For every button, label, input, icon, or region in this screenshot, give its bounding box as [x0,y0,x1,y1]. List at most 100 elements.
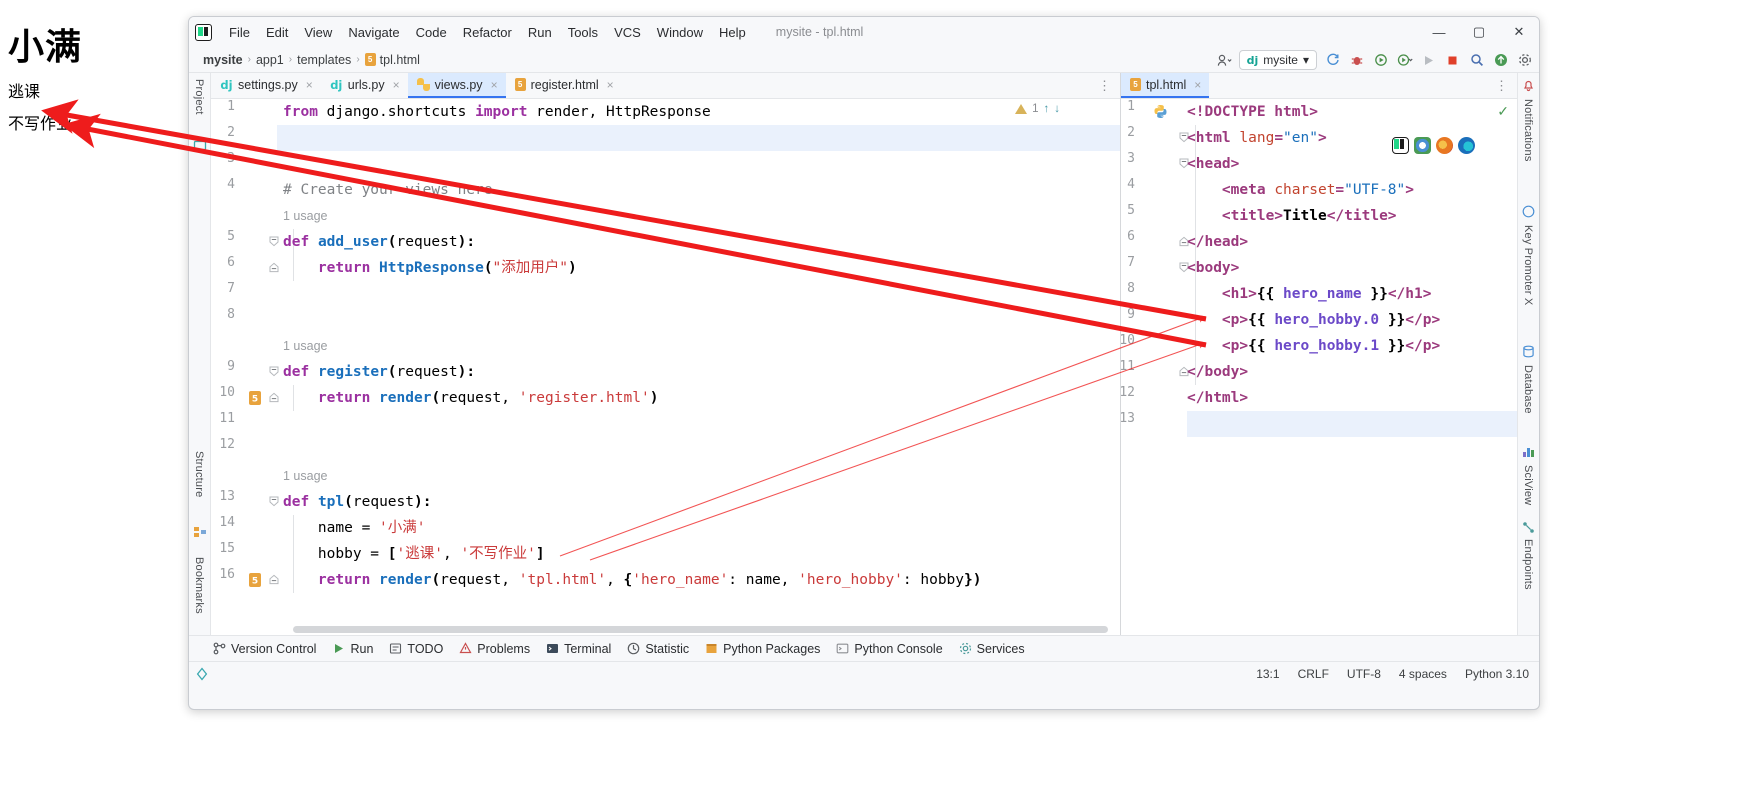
next-problem-icon[interactable]: ↓ [1054,103,1060,115]
html5-icon[interactable]: 5 [249,391,262,405]
debug-icon[interactable] [1348,52,1365,69]
tool-window-services[interactable]: Services [959,642,1025,656]
reload-icon[interactable] [1324,52,1341,69]
menu-item-refactor[interactable]: Refactor [455,22,520,43]
inspection-ok-icon[interactable]: ✓ [1497,103,1509,120]
python-interpreter[interactable]: Python 3.10 [1465,667,1529,681]
tab-settings-py[interactable]: dj settings.py × [211,73,321,98]
main-menu[interactable]: File Edit View Navigate Code Refactor Ru… [221,22,754,43]
sidebar-item-project[interactable]: Project [193,79,205,115]
sciview-icon[interactable] [1522,445,1536,459]
tab-tpl-html[interactable]: 5 tpl.html × [1121,73,1210,98]
menu-item-tools[interactable]: Tools [560,22,606,43]
chevron-down-icon: ▾ [1302,53,1309,67]
breadcrumb-item-app1[interactable]: app1 [252,52,288,68]
run-with-coverage-icon[interactable] [1372,52,1389,69]
menu-item-code[interactable]: Code [408,22,455,43]
code-token: ) [568,260,577,276]
html5-icon[interactable]: 5 [249,573,262,587]
project-window-icon[interactable] [193,139,207,153]
tool-window-statistic[interactable]: Statistic [627,642,689,656]
code-token: render, HttpResponse [527,104,711,120]
endpoints-icon[interactable] [1522,521,1536,535]
notifications-bell-icon[interactable] [1522,79,1536,93]
firefox-icon[interactable] [1436,137,1453,154]
ide-status-icon[interactable] [195,666,209,681]
python-icon[interactable] [1153,104,1167,118]
search-icon[interactable] [1468,52,1485,69]
chrome-icon[interactable] [1414,137,1431,154]
tab-register-html[interactable]: 5 register.html × [506,73,622,98]
menu-item-vcs[interactable]: VCS [606,22,649,43]
breadcrumb-item-mysite[interactable]: mysite [199,52,247,68]
pycharm-icon[interactable] [1392,137,1409,154]
menu-item-run[interactable]: Run [520,22,560,43]
code-text-right[interactable]: <!DOCTYPE html> <html lang="en"> <head> <m… [1187,99,1517,635]
usage-hint-label[interactable]: 1 usage [283,209,327,223]
structure-window-icon[interactable] [193,525,207,539]
breadcrumb-item-tplhtml[interactable]: 5 tpl.html [361,52,424,68]
git-update-icon[interactable] [1492,52,1509,69]
code-text-left[interactable]: from django.shortcuts import render, Htt… [277,99,1120,635]
tool-window-problems[interactable]: Problems [459,642,530,656]
menu-item-window[interactable]: Window [649,22,711,43]
sidebar-item-bookmarks[interactable]: Bookmarks [193,557,205,614]
tab-urls-py[interactable]: dj urls.py × [321,73,408,98]
minimize-button[interactable]: — [1419,17,1459,47]
profile-icon[interactable] [1396,52,1413,69]
sidebar-item-notifications[interactable]: Notifications [1522,99,1534,162]
sidebar-item-sciview[interactable]: SciView [1522,465,1534,505]
editor-tab-overflow-icon[interactable]: ⋮ [1098,78,1112,94]
tool-window-terminal[interactable]: Terminal [546,642,611,656]
browser-preview-icons [1392,137,1475,154]
inspection-widget[interactable]: 1 ↑ ↓ [1015,103,1060,115]
sidebar-item-endpoints[interactable]: Endpoints [1522,539,1534,590]
database-icon[interactable] [1522,345,1536,359]
tab-close-icon[interactable]: × [1194,78,1201,92]
tool-window-python-packages[interactable]: Python Packages [705,642,820,656]
tool-window-run[interactable]: Run [332,642,373,656]
code-token: register [317,364,388,380]
maximize-button[interactable]: ▢ [1459,17,1499,47]
tool-window-python-console[interactable]: Python Console [836,642,943,656]
breadcrumb-item-templates[interactable]: templates [293,52,355,68]
edge-icon[interactable] [1458,137,1475,154]
tab-close-icon[interactable]: × [306,78,313,92]
user-icon[interactable] [1217,54,1232,67]
usage-hint-label[interactable]: 1 usage [283,469,327,483]
menu-item-edit[interactable]: Edit [258,22,296,43]
key-promoter-icon[interactable] [1522,205,1536,219]
settings-icon[interactable] [1516,52,1533,69]
prev-problem-icon[interactable]: ↑ [1044,103,1050,115]
horizontal-scrollbar[interactable] [293,626,1108,633]
sidebar-item-key-promoter[interactable]: Key Promoter X [1522,225,1534,305]
stop-icon[interactable] [1444,52,1461,69]
file-encoding[interactable]: UTF-8 [1347,667,1381,681]
tool-window-version-control[interactable]: Version Control [213,642,316,656]
menu-item-help[interactable]: Help [711,22,754,43]
editor-tab-overflow-icon[interactable]: ⋮ [1495,78,1509,94]
menu-item-view[interactable]: View [296,22,340,43]
tab-views-py[interactable]: views.py × [407,73,506,98]
indentation[interactable]: 4 spaces [1399,667,1447,681]
tool-window-todo[interactable]: TODO [389,642,443,656]
close-button[interactable]: ✕ [1499,17,1539,47]
sidebar-item-database[interactable]: Database [1522,365,1534,414]
code-editor-views-py[interactable]: 1 2 3 4 5 6 7 8 9 10 5 11 12 13 14 15 16 5 from django.sh… [211,99,1120,635]
menu-item-file[interactable]: File [221,22,258,43]
tab-close-icon[interactable]: × [491,78,498,92]
tab-close-icon[interactable]: × [607,78,614,92]
sidebar-item-structure[interactable]: Structure [193,451,205,497]
run-configuration-selector[interactable]: dj mysite ▾ [1238,50,1317,70]
caret-position[interactable]: 13:1 [1256,667,1279,681]
warning-count: 1 [1032,103,1039,115]
tab-close-icon[interactable]: × [393,78,400,92]
line-separator[interactable]: CRLF [1298,667,1329,681]
run-icon[interactable] [1420,52,1437,69]
code-editor-tpl-html[interactable]: 12345678910111213 <!DOCTYPE html><html l… [1121,99,1517,635]
editor-gutter-left[interactable]: 1 2 3 4 5 6 7 8 9 10 5 11 12 13 14 15 16 5 [211,99,279,635]
usage-hint-label[interactable]: 1 usage [283,339,327,353]
editor-gutter-right[interactable]: 12345678910111213 [1121,99,1189,635]
menu-item-navigate[interactable]: Navigate [340,22,407,43]
